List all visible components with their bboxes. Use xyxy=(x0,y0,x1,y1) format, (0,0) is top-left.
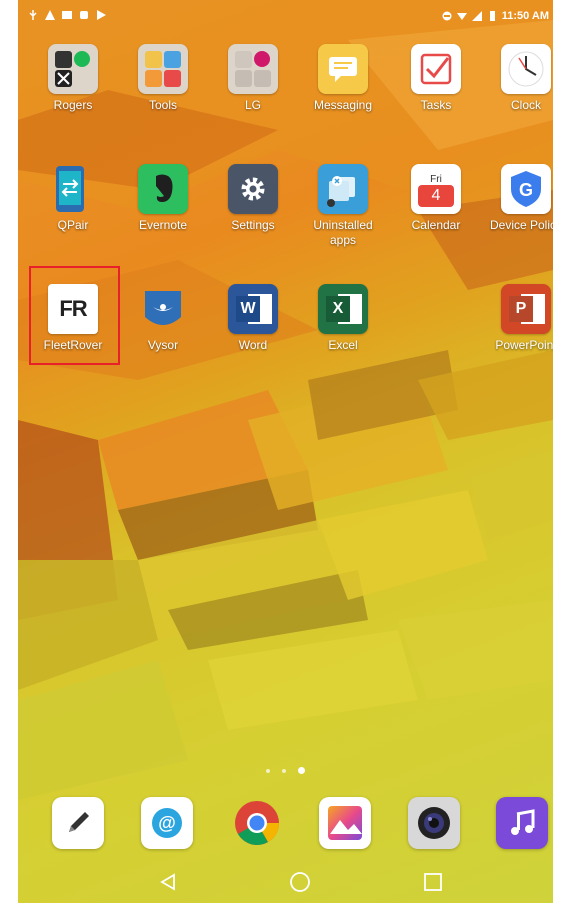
chrome-icon xyxy=(235,801,279,845)
app-label: PowerPoint xyxy=(495,338,553,352)
app-label-line2: apps xyxy=(329,233,357,247)
app-uninstalled-apps[interactable]: Uninstalled apps xyxy=(298,164,388,248)
app-notification-icon xyxy=(80,11,88,19)
warning-icon xyxy=(45,10,55,20)
app-calendar[interactable]: Fri 4 Calendar xyxy=(391,164,481,233)
home-button[interactable] xyxy=(287,870,313,894)
svg-text:@: @ xyxy=(158,813,176,833)
device-policy-icon: G xyxy=(501,164,551,214)
camera-lens-icon xyxy=(418,807,450,839)
app-qpair[interactable]: QPair xyxy=(28,164,118,233)
app-label: Vysor xyxy=(147,338,179,352)
app-tools[interactable]: Tools xyxy=(118,44,208,113)
status-time: 11:50 AM xyxy=(501,10,549,22)
messaging-icon xyxy=(318,44,368,94)
app-label: Settings xyxy=(231,218,275,232)
app-label: QPair xyxy=(57,218,89,232)
app-label: Evernote xyxy=(138,218,188,232)
recents-button[interactable] xyxy=(420,870,446,894)
app-label: Clock xyxy=(510,98,541,112)
svg-text:G: G xyxy=(519,180,533,200)
rogers-folder-icon xyxy=(48,44,98,94)
navigation-bar xyxy=(18,860,553,903)
app-messaging[interactable]: Messaging xyxy=(298,44,388,113)
app-word[interactable]: W Word xyxy=(208,284,298,353)
app-label: Word xyxy=(238,338,268,352)
page-dot[interactable] xyxy=(282,768,286,773)
gallery-icon xyxy=(328,806,362,840)
app-vysor[interactable]: Vysor xyxy=(118,284,208,353)
dock-gallery[interactable] xyxy=(319,797,371,849)
settings-gear-icon xyxy=(228,164,278,214)
tools-folder-icon xyxy=(138,44,188,94)
excel-letter: X xyxy=(326,296,350,322)
calendar-date: 4 xyxy=(418,184,454,207)
uninstalled-apps-icon xyxy=(318,164,368,214)
app-label: Excel xyxy=(328,338,358,352)
clock-icon xyxy=(501,44,551,94)
dock-camera[interactable] xyxy=(408,797,460,849)
app-evernote[interactable]: Evernote xyxy=(118,164,208,233)
battery-icon xyxy=(489,11,495,21)
lg-folder-icon xyxy=(228,44,278,94)
app-label: Device Policy xyxy=(489,218,553,232)
app-label: Tasks xyxy=(420,98,452,112)
wifi-icon xyxy=(456,13,467,20)
calendar-day: Fri xyxy=(430,173,442,185)
home-screen: 11:50 AM Rogers Tools LG Messaging Tasks xyxy=(18,0,553,903)
tasks-checkbox-icon xyxy=(411,44,461,94)
powerpoint-letter: P xyxy=(509,296,533,322)
play-store-icon xyxy=(97,10,106,20)
app-excel[interactable]: X Excel xyxy=(298,284,388,353)
back-triangle-icon xyxy=(160,873,175,891)
word-icon: W xyxy=(228,284,278,334)
app-label: Messaging xyxy=(313,98,373,112)
app-label: Tools xyxy=(148,98,177,112)
fleetrover-logo-icon: FR xyxy=(48,284,98,334)
app-label: Calendar xyxy=(411,218,461,232)
vysor-eye-icon xyxy=(138,284,188,334)
app-powerpoint[interactable]: P PowerPoint xyxy=(481,284,553,353)
dock-notes[interactable] xyxy=(52,797,104,849)
page-dot-active[interactable] xyxy=(298,767,305,774)
word-letter: W xyxy=(236,296,260,322)
fleetrover-badge: FR xyxy=(59,296,87,321)
powerpoint-icon: P xyxy=(501,284,551,334)
recents-square-icon xyxy=(424,873,442,891)
qpair-icon xyxy=(48,164,98,214)
app-device-policy[interactable]: G Device Policy xyxy=(481,164,553,233)
app-tasks[interactable]: Tasks xyxy=(391,44,481,113)
email-at-icon: @ xyxy=(152,808,182,838)
page-indicator xyxy=(18,767,553,774)
app-fleetrover[interactable]: FR FleetRover xyxy=(28,284,118,353)
usb-icon xyxy=(29,10,37,20)
app-lg[interactable]: LG xyxy=(208,44,298,113)
cell-signal-icon xyxy=(471,11,482,21)
excel-icon: X xyxy=(318,284,368,334)
app-label: Rogers xyxy=(53,98,93,112)
app-label: FleetRover xyxy=(43,338,103,352)
app-clock[interactable]: Clock xyxy=(481,44,553,113)
page-dot[interactable] xyxy=(266,768,270,773)
app-label-line1: Uninstalled xyxy=(313,218,373,232)
app-settings[interactable]: Settings xyxy=(208,164,298,233)
pencil-icon xyxy=(69,812,89,832)
do-not-disturb-icon xyxy=(442,11,452,21)
home-circle-icon xyxy=(290,872,310,892)
image-icon xyxy=(62,11,72,19)
evernote-elephant-icon xyxy=(138,164,188,214)
back-button[interactable] xyxy=(155,870,181,894)
music-note-icon xyxy=(511,809,535,835)
dock-email[interactable]: @ xyxy=(141,797,193,849)
dock-chrome[interactable] xyxy=(231,797,283,849)
status-bar: 11:50 AM xyxy=(18,0,553,32)
calendar-icon: Fri 4 xyxy=(411,164,461,214)
dock-music[interactable] xyxy=(496,797,548,849)
app-label: LG xyxy=(244,98,261,112)
app-rogers[interactable]: Rogers xyxy=(28,44,118,113)
